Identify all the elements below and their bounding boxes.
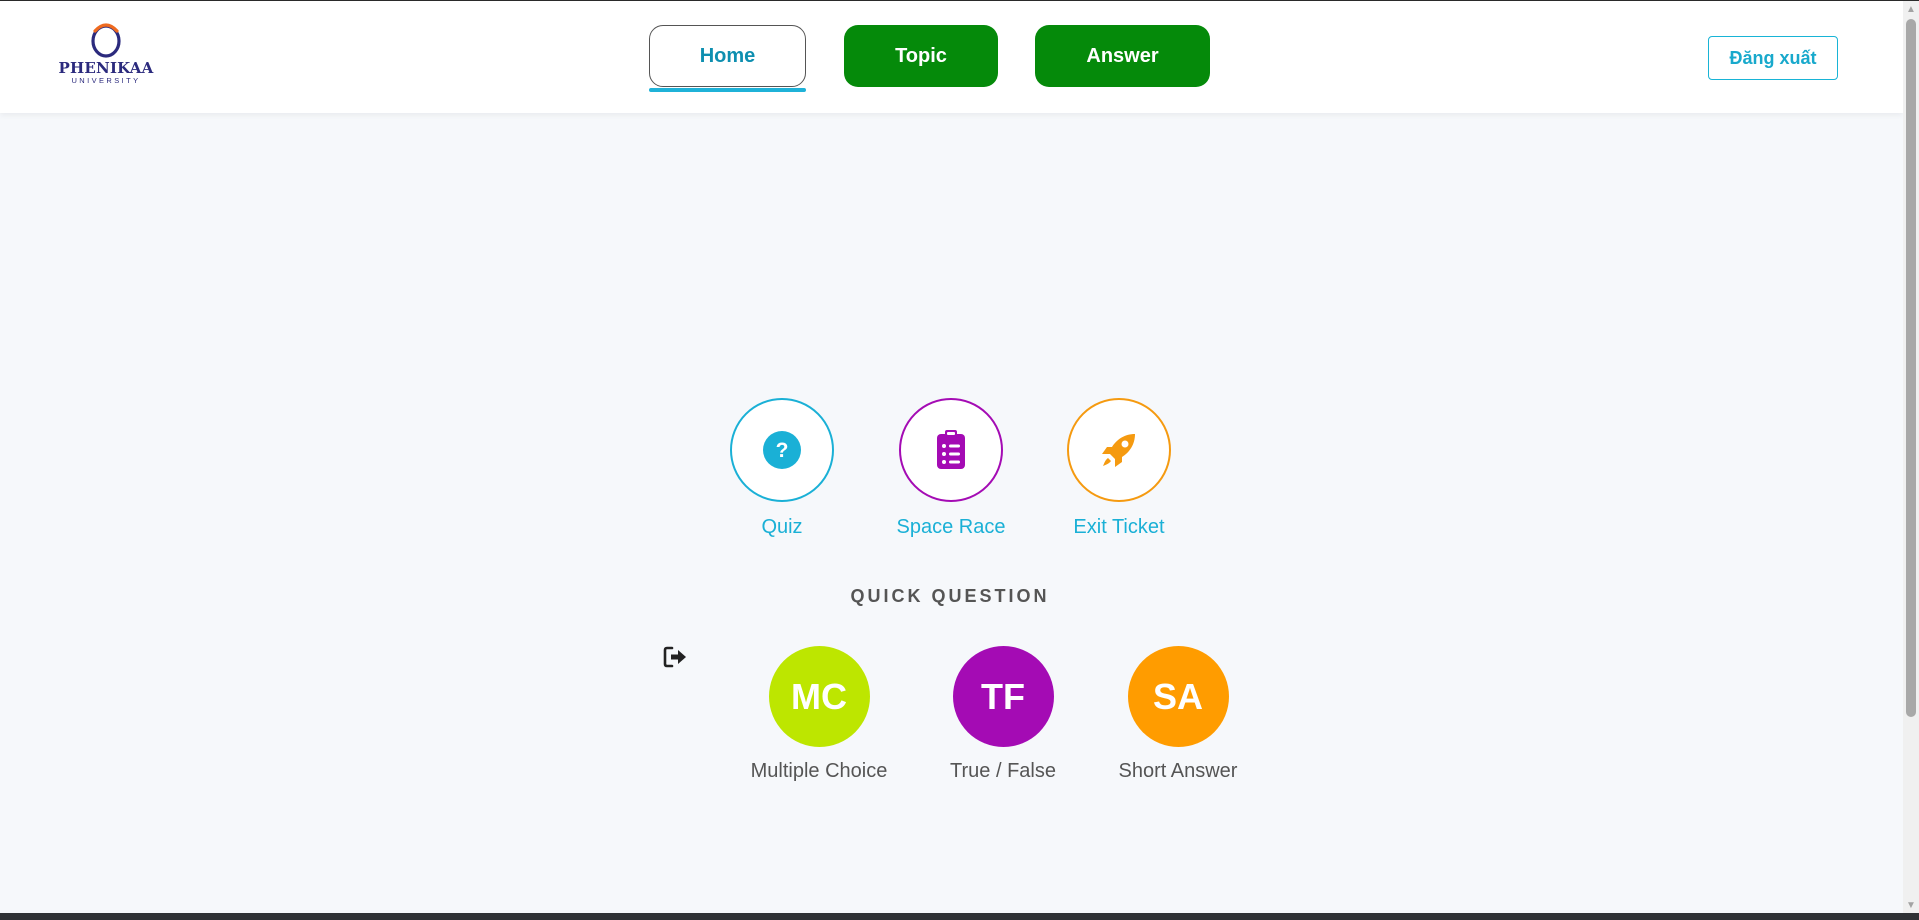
sign-out-icon[interactable] bbox=[663, 646, 687, 668]
sa-circle[interactable]: SA bbox=[1127, 646, 1229, 747]
nav-home-button[interactable]: Home bbox=[649, 25, 806, 87]
activity-exit-ticket[interactable]: Exit Ticket bbox=[1039, 398, 1199, 539]
tf-label: True / False bbox=[950, 760, 1056, 782]
activity-space-race-label: Space Race bbox=[896, 516, 1006, 538]
activity-space-race[interactable]: Space Race bbox=[871, 398, 1031, 539]
page: PHENIKAA UNIVERSITY Home Topic Answer Đă… bbox=[0, 0, 1919, 920]
nav-answer-button[interactable]: Answer bbox=[1035, 25, 1210, 87]
quick-question-multiple-choice[interactable]: MC Multiple Choice bbox=[739, 646, 899, 783]
phenikaa-logo[interactable]: PHENIKAA UNIVERSITY bbox=[58, 19, 154, 91]
mc-label: Multiple Choice bbox=[750, 760, 888, 782]
active-tab-indicator bbox=[649, 88, 806, 92]
scrollbar-thumb[interactable] bbox=[1906, 19, 1916, 717]
activity-exit-ticket-circle[interactable] bbox=[1067, 398, 1171, 502]
quick-question-short-answer[interactable]: SA Short Answer bbox=[1098, 646, 1258, 783]
logo-subtitle: UNIVERSITY bbox=[71, 76, 141, 85]
svg-text:?: ? bbox=[776, 439, 789, 462]
bottom-taskbar-strip bbox=[0, 913, 1919, 920]
sa-label: Short Answer bbox=[1118, 760, 1238, 782]
logo-name: PHENIKAA bbox=[58, 59, 154, 77]
mc-circle[interactable]: MC bbox=[768, 646, 870, 747]
question-circle-icon: ? bbox=[763, 431, 801, 469]
scroll-up-arrow-icon[interactable]: ▲ bbox=[1903, 1, 1919, 17]
logout-button[interactable]: Đăng xuất bbox=[1708, 36, 1838, 80]
activity-quiz-circle[interactable]: ? bbox=[730, 398, 834, 502]
top-header: PHENIKAA UNIVERSITY Home Topic Answer Đă… bbox=[0, 1, 1903, 113]
activity-space-race-circle[interactable] bbox=[899, 398, 1003, 502]
activity-quiz-label: Quiz bbox=[761, 516, 803, 538]
activity-exit-ticket-label: Exit Ticket bbox=[1073, 516, 1165, 538]
scroll-down-arrow-icon[interactable]: ▼ bbox=[1903, 897, 1919, 913]
rocket-icon bbox=[1102, 434, 1135, 467]
activity-quiz[interactable]: ? Quiz bbox=[702, 398, 862, 539]
vertical-scrollbar[interactable]: ▲ ▼ bbox=[1903, 1, 1919, 913]
tf-circle[interactable]: TF bbox=[952, 646, 1054, 747]
nav-topic-button[interactable]: Topic bbox=[844, 25, 998, 87]
quick-question-heading: QUICK QUESTION bbox=[850, 586, 1050, 606]
quick-question-true-false[interactable]: TF True / False bbox=[923, 646, 1083, 783]
logo-ring-icon bbox=[91, 23, 121, 58]
clipboard-list-icon bbox=[937, 430, 965, 469]
